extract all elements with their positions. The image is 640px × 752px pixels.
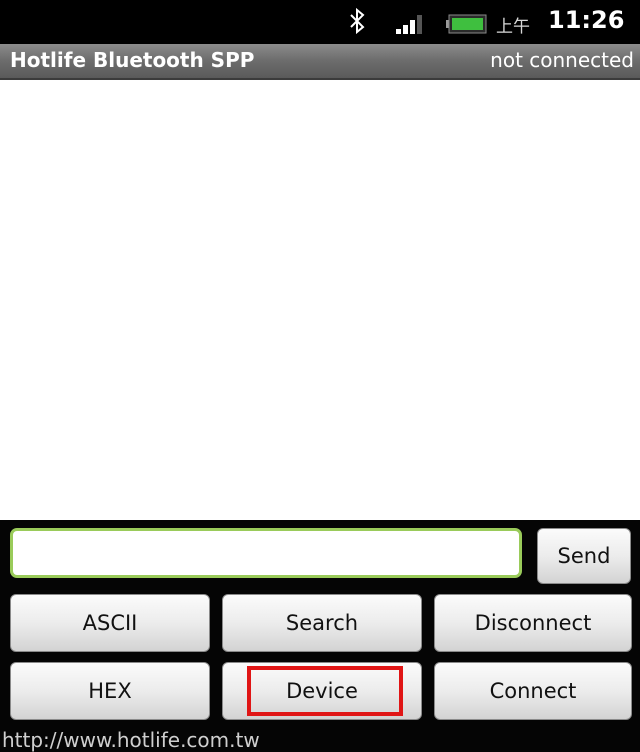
- search-button[interactable]: Search: [222, 594, 422, 652]
- status-ampm: 上午: [496, 17, 530, 37]
- status-time: 11:26: [548, 6, 625, 34]
- battery-icon: [446, 14, 487, 34]
- signal-strength-icon: [396, 15, 422, 34]
- app-title: Hotlife Bluetooth SPP: [10, 48, 255, 72]
- message-input[interactable]: [10, 528, 522, 578]
- device-button[interactable]: Device: [222, 662, 422, 720]
- connect-button[interactable]: Connect: [434, 662, 632, 720]
- send-button[interactable]: Send: [537, 528, 631, 584]
- website-link[interactable]: http://www.hotlife.com.tw: [2, 728, 260, 752]
- bluetooth-icon: [350, 8, 365, 34]
- received-data-area[interactable]: [0, 80, 640, 520]
- connection-status: not connected: [490, 48, 634, 72]
- ascii-button[interactable]: ASCII: [10, 594, 210, 652]
- status-bar: 上午 11:26: [0, 0, 640, 44]
- hex-button[interactable]: HEX: [10, 662, 210, 720]
- title-bar: Hotlife Bluetooth SPP not connected: [0, 44, 640, 80]
- disconnect-button[interactable]: Disconnect: [434, 594, 632, 652]
